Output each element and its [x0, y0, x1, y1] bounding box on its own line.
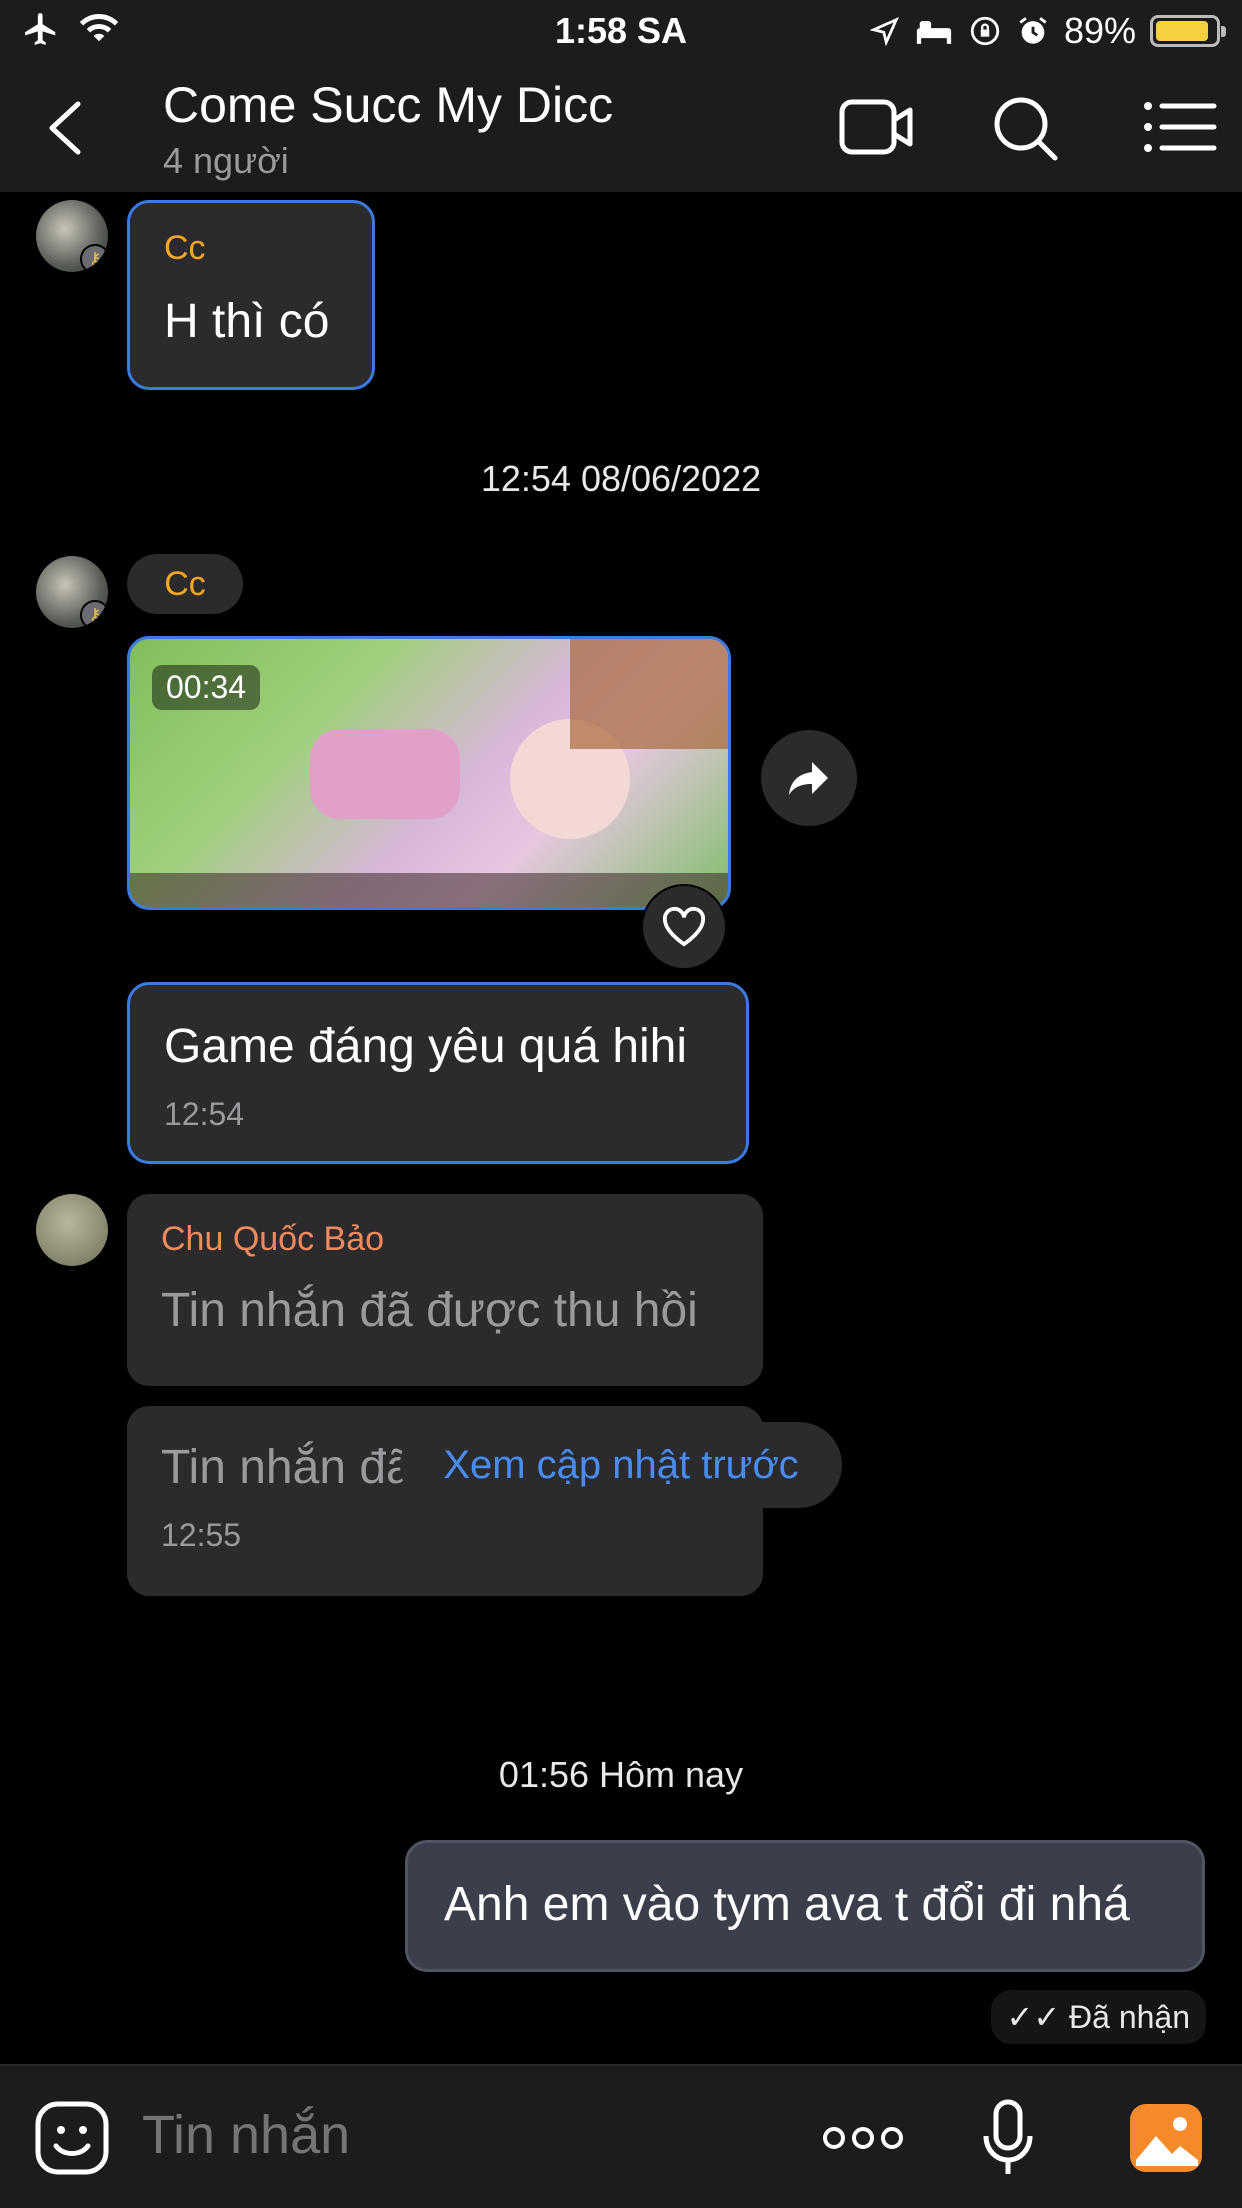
load-previous-button[interactable]: Xem cập nhật trước	[400, 1422, 842, 1508]
heart-icon	[662, 906, 706, 947]
double-check-icon: ✓✓	[1006, 1999, 1061, 2035]
message-text: Anh em vào tym ava t đổi đi nhá	[444, 1878, 1130, 1931]
message-text: H thì có	[164, 295, 330, 348]
like-button[interactable]	[641, 884, 727, 970]
key-icon: ⚷	[80, 600, 108, 628]
date-separator: 12:54 08/06/2022	[480, 458, 762, 499]
delivery-status-text: Đã nhận	[1069, 1999, 1190, 2035]
message-text: Tin nhắn đã được thu hồi	[161, 1284, 698, 1337]
sender-name: Cc	[164, 229, 206, 267]
message-text: Game đáng yêu quá hihi	[164, 1020, 688, 1073]
battery-icon	[1150, 15, 1226, 47]
input-bar	[0, 2064, 1242, 2208]
status-right: 89%	[869, 10, 1226, 52]
chat-area[interactable]: ⚷ Cc H thì có 12:54 08/06/2022 ⚷ Cc 00:3…	[0, 192, 1242, 2064]
search-icon[interactable]	[985, 92, 1065, 162]
image-gallery-icon[interactable]	[1128, 2102, 1204, 2174]
message-bubble[interactable]: Game đáng yêu quá hihi 12:54	[127, 982, 749, 1164]
back-icon[interactable]	[40, 98, 90, 158]
message-time: 12:54	[164, 1096, 245, 1132]
rotation-lock-icon	[970, 16, 1000, 46]
avatar[interactable]: ⚷	[36, 200, 108, 272]
alarm-icon	[1019, 17, 1047, 44]
own-message-bubble[interactable]: Anh em vào tym ava t đổi đi nhá	[405, 1840, 1205, 1972]
sender-name: Cc	[164, 565, 206, 603]
status-bar: 1:58 SA 89%	[0, 0, 1242, 62]
share-button[interactable]	[761, 730, 857, 826]
message-bubble[interactable]: Cc H thì có	[127, 200, 375, 390]
chat-title[interactable]: Come Succ My Dicc	[163, 76, 613, 134]
sender-name: Chu Quốc Bảo	[161, 1220, 385, 1258]
date-separator: 01:56 Hôm nay	[498, 1754, 744, 1795]
message-time: 12:55	[161, 1517, 242, 1553]
delivery-status: ✓✓ Đã nhận	[990, 1990, 1206, 2044]
video-thumbnail[interactable]: 00:34	[127, 636, 731, 910]
sender-chip: Cc	[127, 554, 243, 614]
message-bubble[interactable]: Chu Quốc Bảo Tin nhắn đã được thu hồi	[127, 1194, 763, 1386]
video-call-icon[interactable]	[836, 92, 916, 162]
avatar[interactable]: ⚷	[36, 556, 108, 628]
emoji-icon[interactable]	[34, 2100, 110, 2176]
message-input[interactable]	[142, 2104, 662, 2166]
game-toolbar	[130, 873, 728, 907]
location-icon	[869, 17, 899, 46]
share-icon	[789, 762, 828, 795]
menu-list-icon[interactable]	[1140, 92, 1220, 162]
bed-icon	[916, 21, 952, 44]
avatar[interactable]	[36, 1194, 108, 1266]
chat-header: Come Succ My Dicc 4 người	[0, 62, 1242, 192]
member-count[interactable]: 4 người	[163, 140, 289, 182]
more-options-icon[interactable]	[822, 2118, 904, 2158]
video-duration: 00:34	[152, 665, 261, 710]
battery-fill	[1156, 21, 1208, 41]
game-scene	[570, 639, 728, 749]
key-icon: ⚷	[80, 244, 108, 272]
game-scene	[310, 729, 460, 819]
battery-percent: 89%	[1063, 10, 1136, 51]
microphone-icon[interactable]	[982, 2098, 1034, 2180]
